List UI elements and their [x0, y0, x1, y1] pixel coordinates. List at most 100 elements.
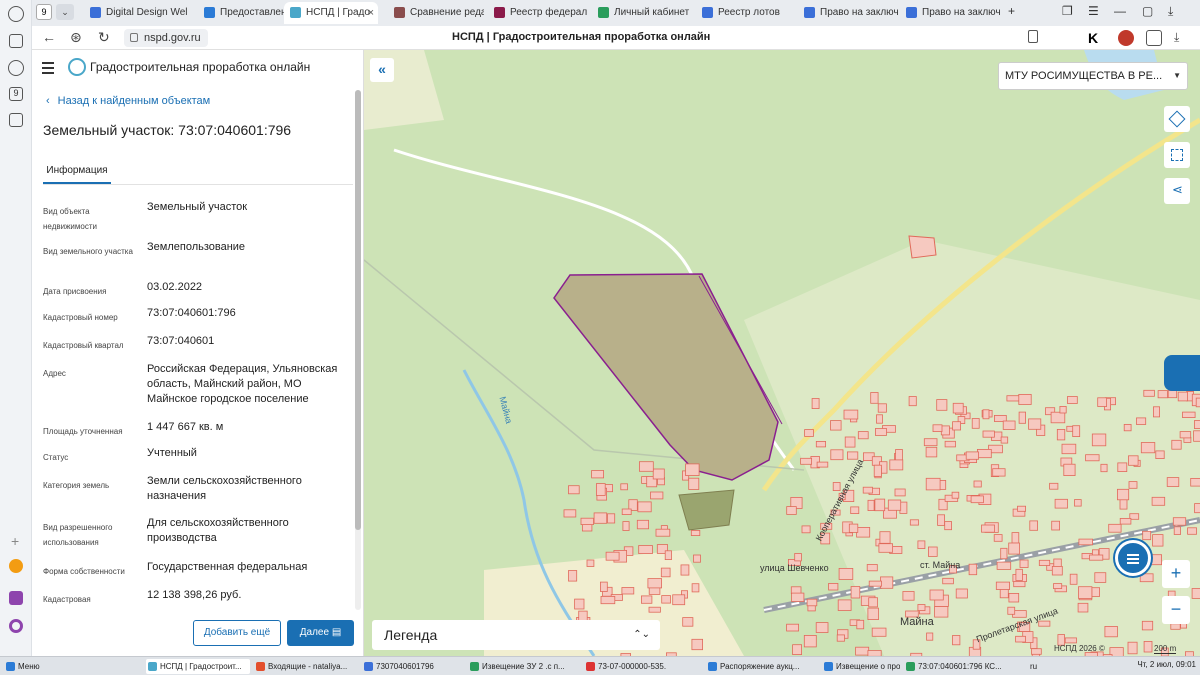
building-parcel[interactable] — [940, 425, 950, 436]
building-parcel[interactable] — [1167, 390, 1178, 399]
building-parcel[interactable] — [877, 403, 887, 413]
tab-list-dropdown[interactable]: ⌄ — [56, 4, 74, 20]
building-parcel[interactable] — [996, 561, 1012, 570]
building-parcel[interactable] — [929, 589, 944, 601]
building-parcel[interactable] — [952, 635, 961, 646]
new-tab-button[interactable]: + — [1008, 4, 1015, 18]
building-parcel[interactable] — [803, 635, 817, 648]
building-parcel[interactable] — [621, 508, 632, 515]
building-parcel[interactable] — [1179, 431, 1192, 439]
building-parcel[interactable] — [620, 483, 628, 491]
building-parcel[interactable] — [1050, 411, 1066, 424]
building-parcel[interactable] — [1089, 554, 1104, 561]
building-parcel[interactable] — [1017, 505, 1027, 512]
building-parcel[interactable] — [1049, 482, 1059, 490]
building-parcel[interactable] — [1190, 477, 1200, 487]
building-parcel[interactable] — [1078, 538, 1094, 546]
building-parcel[interactable] — [1193, 430, 1200, 442]
building-parcel[interactable] — [637, 501, 652, 513]
building-parcel[interactable] — [1008, 542, 1020, 555]
building-parcel[interactable] — [638, 545, 653, 555]
taskbar-item[interactable]: 7307040601796 — [362, 659, 464, 674]
building-parcel[interactable] — [1187, 527, 1197, 535]
building-parcel[interactable] — [593, 512, 608, 524]
building-parcel[interactable] — [804, 429, 814, 437]
add-panel-icon[interactable]: + — [11, 533, 19, 549]
building-parcel[interactable] — [648, 606, 661, 613]
building-parcel[interactable] — [992, 468, 1006, 477]
building-parcel[interactable] — [1006, 395, 1021, 402]
building-parcel[interactable] — [1119, 498, 1128, 510]
building-parcel[interactable] — [879, 531, 891, 544]
building-parcel[interactable] — [790, 586, 802, 594]
building-parcel[interactable] — [871, 627, 887, 637]
downloads-arrow-icon[interactable]: ⤓ — [1174, 30, 1190, 46]
neighbor-parcel[interactable] — [678, 489, 735, 531]
building-parcel[interactable] — [1170, 623, 1181, 630]
building-parcel[interactable] — [1152, 534, 1164, 547]
building-parcel[interactable] — [1072, 425, 1081, 438]
building-parcel[interactable] — [1094, 572, 1107, 583]
bookmark-icon[interactable] — [1028, 30, 1038, 43]
building-parcel[interactable] — [1143, 641, 1153, 653]
tabs-panel-icon[interactable]: ❐ — [1062, 4, 1073, 18]
building-parcel[interactable] — [874, 428, 887, 436]
building-parcel[interactable] — [1015, 635, 1026, 643]
building-parcel[interactable] — [830, 449, 844, 461]
building-parcel[interactable] — [1136, 417, 1147, 425]
building-parcel[interactable] — [1173, 526, 1181, 535]
side-widget-button[interactable] — [1164, 355, 1200, 391]
building-parcel[interactable] — [688, 477, 700, 490]
building-parcel[interactable] — [1155, 450, 1165, 459]
building-parcel[interactable] — [971, 418, 980, 429]
building-parcel[interactable] — [1078, 586, 1093, 599]
close-tab-icon[interactable]: × — [368, 2, 374, 24]
building-parcel[interactable] — [605, 551, 620, 561]
building-parcel[interactable] — [878, 543, 894, 553]
building-parcel[interactable] — [1002, 420, 1016, 430]
building-parcel[interactable] — [887, 499, 902, 511]
building-parcel[interactable] — [1069, 573, 1078, 585]
building-parcel[interactable] — [691, 583, 700, 593]
browser-tab[interactable]: Digital Design Wel — [84, 2, 194, 24]
add-more-button[interactable]: Добавить ещё — [193, 620, 281, 646]
building-parcel[interactable] — [1142, 530, 1152, 541]
building-parcel[interactable] — [1038, 559, 1051, 566]
building-parcel[interactable] — [923, 438, 938, 447]
building-parcel[interactable] — [944, 521, 953, 531]
building-parcel[interactable] — [894, 488, 906, 497]
building-parcel[interactable] — [942, 577, 954, 585]
building-parcel[interactable] — [650, 491, 664, 500]
building-parcel[interactable] — [1148, 554, 1162, 566]
building-parcel[interactable] — [1104, 626, 1118, 638]
building-parcel[interactable] — [1195, 397, 1200, 408]
building-parcel[interactable] — [1151, 496, 1166, 506]
building-parcel[interactable] — [838, 568, 854, 580]
building-parcel[interactable] — [647, 578, 662, 589]
taskbar-item[interactable]: Входящие - nataliya... — [254, 659, 358, 674]
layers-button[interactable] — [1164, 106, 1190, 132]
building-parcel[interactable] — [1128, 455, 1139, 466]
building-parcel[interactable] — [982, 409, 990, 420]
building-parcel[interactable] — [1059, 405, 1067, 414]
panel-scrollbar[interactable] — [355, 90, 361, 610]
building-parcel[interactable] — [1127, 641, 1138, 655]
building-parcel[interactable] — [591, 470, 605, 479]
url-field[interactable]: nspd.gov.ru — [124, 29, 208, 47]
building-parcel[interactable] — [1194, 503, 1200, 514]
building-parcel[interactable] — [622, 521, 630, 531]
building-parcel[interactable] — [685, 463, 700, 476]
building-parcel[interactable] — [660, 567, 671, 578]
building-parcel[interactable] — [1085, 454, 1100, 462]
chat-button[interactable] — [1115, 540, 1151, 576]
building-parcel[interactable] — [889, 459, 904, 471]
next-button[interactable]: Далее ▤ — [287, 620, 354, 646]
building-parcel[interactable] — [1108, 523, 1122, 533]
building-parcel[interactable] — [952, 421, 961, 431]
building-parcel[interactable] — [908, 396, 917, 407]
extension-avatar-icon[interactable] — [1118, 30, 1134, 46]
building-parcel[interactable] — [1038, 620, 1051, 627]
building-parcel[interactable] — [928, 546, 938, 557]
bookmarks-panel-icon[interactable]: ☰ — [1088, 4, 1099, 18]
building-parcel[interactable] — [968, 563, 978, 576]
